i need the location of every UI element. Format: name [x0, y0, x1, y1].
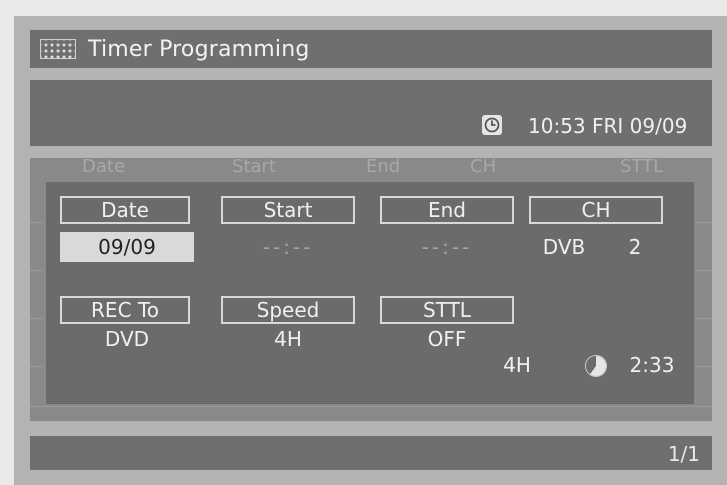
start-time-field[interactable]: --:-- — [221, 232, 355, 262]
channel-type-field[interactable]: DVB — [532, 232, 596, 262]
ch-label: CH — [529, 196, 663, 224]
current-time: 10:53 FRI 09/09 — [528, 114, 688, 138]
page-title: Timer Programming — [88, 36, 310, 62]
list-row — [30, 406, 712, 407]
end-label: End — [380, 196, 514, 224]
speed-field[interactable]: 4H — [221, 324, 355, 354]
list-header-date: Date — [82, 158, 126, 176]
rec-to-label: REC To — [60, 296, 190, 324]
list-header-ch: CH — [470, 158, 497, 176]
date-label: Date — [60, 196, 190, 224]
clock-bar: 10:53 FRI 09/09 — [30, 80, 712, 146]
timer-screen: Timer Programming 10:53 FRI 09/09 Date S… — [14, 16, 727, 485]
channel-number-field[interactable]: 2 — [620, 232, 650, 262]
remaining-mode: 4H — [503, 353, 531, 377]
speed-label: Speed — [221, 296, 355, 324]
disc-usage-icon — [586, 356, 606, 376]
date-field[interactable]: 09/09 — [60, 232, 194, 262]
remaining-time: 2:33 — [629, 353, 675, 377]
list-header-sttl: STTL — [620, 158, 664, 176]
page-indicator: 1/1 — [667, 442, 700, 466]
start-label: Start — [221, 196, 355, 224]
timer-menu-icon — [40, 39, 76, 59]
clock-icon — [482, 115, 502, 135]
rec-to-field[interactable]: DVD — [60, 324, 194, 354]
timer-edit-dialog: Date Start End CH 09/09 --:-- --:-- DVB … — [44, 180, 696, 406]
end-time-field[interactable]: --:-- — [380, 232, 514, 262]
footer-bar: 1/1 — [30, 436, 712, 470]
list-header-end: End — [366, 158, 401, 176]
title-bar: Timer Programming — [30, 30, 712, 68]
list-header-start: Start — [232, 158, 276, 176]
sttl-label: STTL — [380, 296, 514, 324]
